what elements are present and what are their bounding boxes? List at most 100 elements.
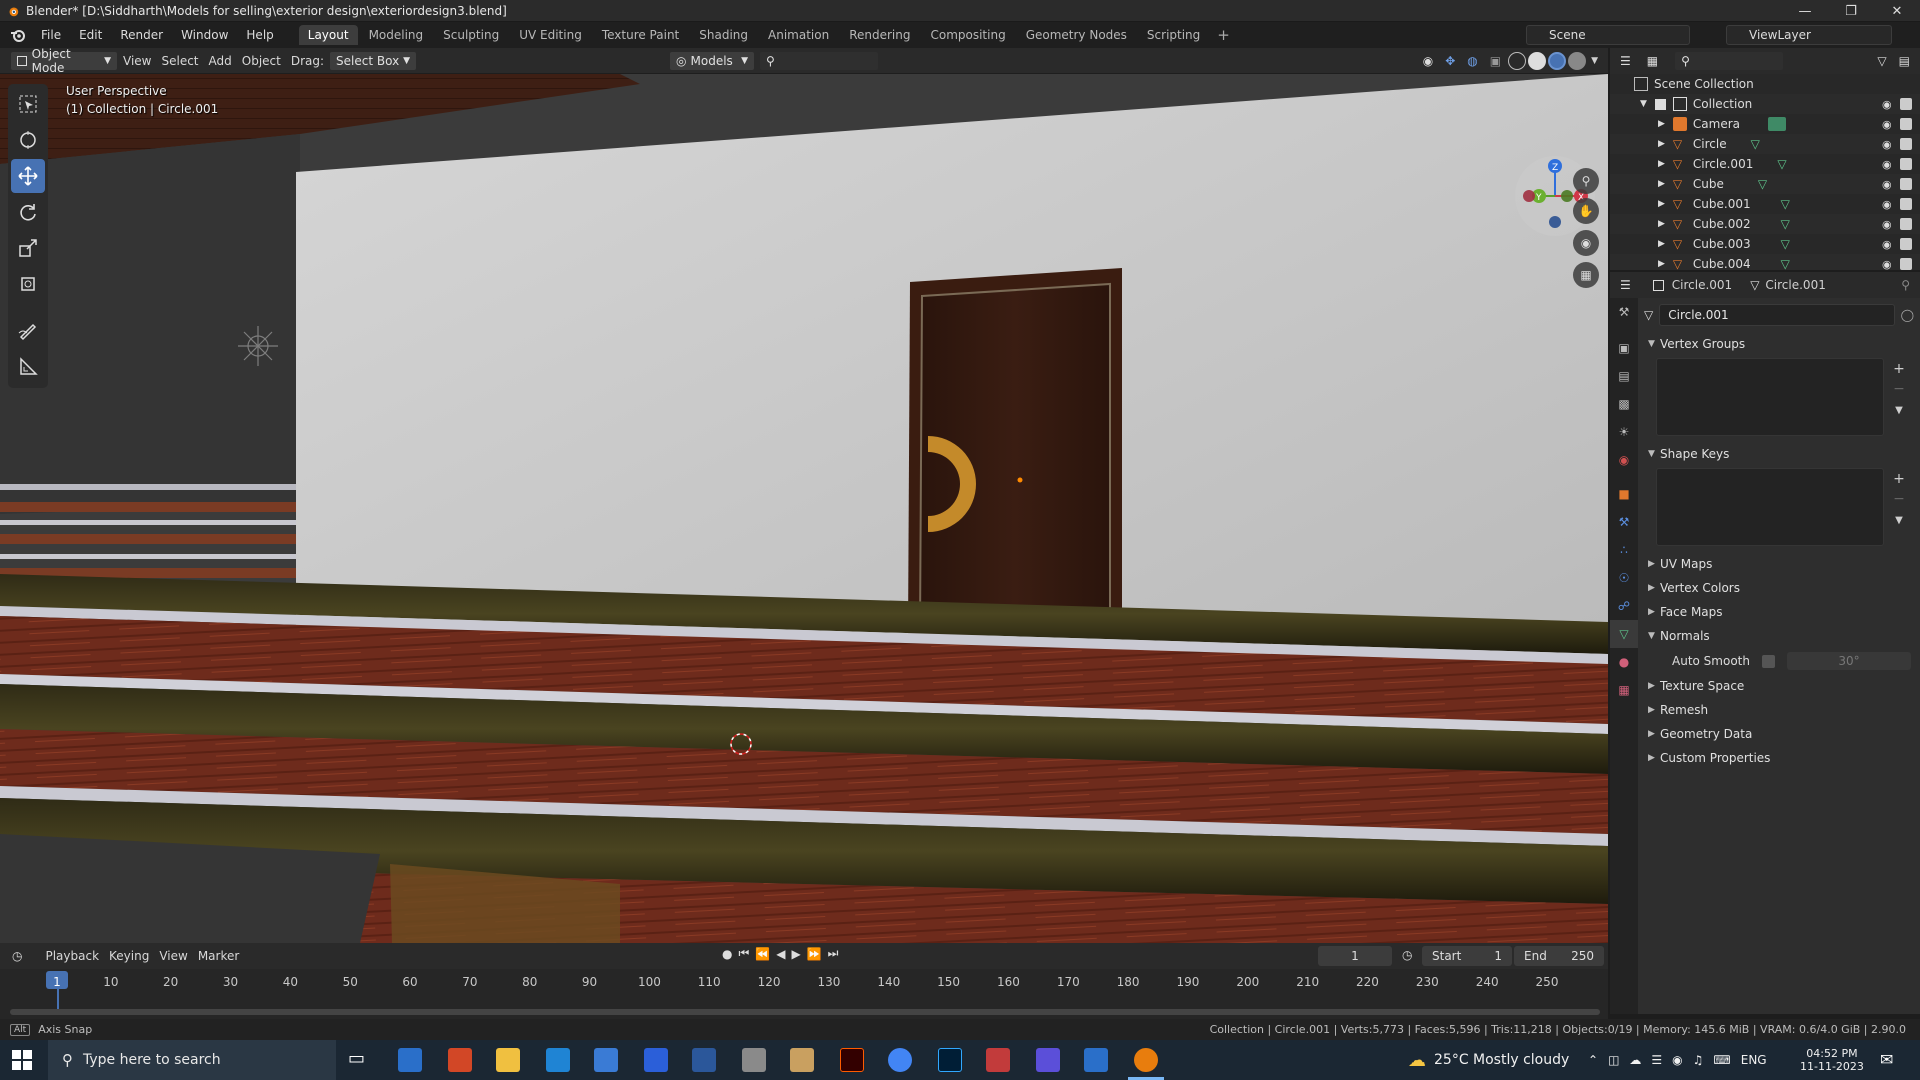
workspace-tab-uv-editing[interactable]: UV Editing (510, 25, 591, 45)
mode-selector[interactable]: Object Mode ▼ (10, 47, 118, 75)
outliner-scene-collection[interactable]: Scene Collection (1610, 74, 1920, 94)
eye-icon[interactable]: ◉ (1882, 138, 1894, 151)
jump-end-icon[interactable]: ⏭ (828, 946, 839, 961)
checkbox-icon[interactable] (1654, 98, 1666, 110)
editor-type-icon[interactable]: ☰ (1620, 278, 1631, 292)
taskbar-search-box[interactable]: ⚲ Type here to search (48, 1040, 336, 1080)
eye-icon[interactable]: ◉ (1882, 218, 1894, 231)
tab-object-data[interactable]: ▽ (1610, 620, 1638, 648)
expand-arrow-icon[interactable]: ▶ (1658, 159, 1665, 169)
3d-viewport[interactable]: User Perspective (1) Collection | Circle… (0, 74, 1608, 943)
add-workspace-button[interactable]: + (1209, 26, 1238, 44)
editor-type-icon[interactable]: ☰ (1620, 54, 1631, 68)
expand-arrow-icon[interactable]: ▶ (1658, 139, 1665, 149)
move-tool[interactable] (11, 159, 45, 193)
workspace-tab-animation[interactable]: Animation (759, 25, 838, 45)
material-preview-shading-icon[interactable] (1548, 51, 1567, 70)
chrome-icon[interactable] (888, 1048, 912, 1072)
play-icon[interactable]: ▶ (791, 947, 800, 961)
timeline-area[interactable]: 1 10 20 30 40 50 60 70 80 90 100 110 120 130 140 150 160… (0, 969, 1608, 1019)
solid-shading-icon[interactable] (1528, 51, 1547, 70)
visibility-icon[interactable]: ◉ (1423, 54, 1433, 68)
render-camera-icon[interactable] (1900, 238, 1912, 250)
panel-normals[interactable]: ▼ Normals (1644, 624, 1914, 648)
pan-view-button[interactable]: ✋ (1573, 198, 1599, 224)
blender-menu-icon[interactable] (10, 27, 26, 43)
end-frame-field[interactable]: End 250 (1514, 946, 1604, 966)
menu-object[interactable]: Object (237, 54, 286, 68)
render-camera-icon[interactable] (1900, 138, 1912, 150)
outliner-item-cube-001[interactable]: ▶ ▽ Cube.001 ▽ ◉ (1610, 194, 1920, 214)
panel-uv-maps[interactable]: ▶ UV Maps (1644, 552, 1914, 576)
timeline-editor-icon[interactable]: ◷ (12, 949, 22, 963)
prev-keyframe-icon[interactable]: ⏪ (755, 947, 770, 961)
workspace-tab-texture-paint[interactable]: Texture Paint (593, 25, 688, 45)
panel-texture-space[interactable]: ▶ Texture Space (1644, 674, 1914, 698)
panel-geometry-data[interactable]: ▶ Geometry Data (1644, 722, 1914, 746)
display-mode-icon[interactable]: ▦ (1647, 54, 1658, 68)
render-camera-icon[interactable] (1900, 118, 1912, 130)
workspace-tab-sculpting[interactable]: Sculpting (434, 25, 508, 45)
mesh-name-field[interactable]: Circle.001 (1659, 304, 1895, 326)
next-keyframe-icon[interactable]: ⏩ (807, 947, 822, 961)
tab-object[interactable]: ■ (1610, 480, 1638, 508)
add-vertex-group-button[interactable]: + (1889, 361, 1909, 379)
panel-shape-keys[interactable]: ▼ Shape Keys (1644, 442, 1914, 466)
gizmo-toggle-icon[interactable]: ✥ (1445, 54, 1455, 68)
eye-icon[interactable]: ◉ (1882, 238, 1894, 251)
keyboard-icon[interactable]: ⌨ (1713, 1053, 1730, 1067)
wifi-icon[interactable]: ☰ (1651, 1053, 1662, 1067)
vpn-app-icon[interactable] (398, 1048, 422, 1072)
folder-app-icon[interactable] (790, 1048, 814, 1072)
menu-view[interactable]: View (118, 54, 156, 68)
tab-texture[interactable]: ▦ (1610, 676, 1638, 704)
app-hexagon-icon[interactable] (1036, 1048, 1060, 1072)
workspace-tab-geometry-nodes[interactable]: Geometry Nodes (1017, 25, 1136, 45)
render-camera-icon[interactable] (1900, 198, 1912, 210)
annotate-tool[interactable] (11, 313, 45, 347)
close-window-button[interactable]: ✕ (1874, 0, 1920, 22)
restore-button[interactable]: ❐ (1828, 0, 1874, 22)
workspace-tab-rendering[interactable]: Rendering (840, 25, 919, 45)
outliner-item-circle-001[interactable]: ▶ ▽ Circle.001 ▽ ◉ (1610, 154, 1920, 174)
menu-select[interactable]: Select (156, 54, 203, 68)
menu-edit[interactable]: Edit (70, 28, 111, 42)
start-frame-field[interactable]: Start 1 (1422, 946, 1512, 966)
expand-arrow-icon[interactable]: ▶ (1658, 239, 1665, 249)
shape-key-menu-chevron-icon[interactable]: ▼ (1889, 515, 1909, 533)
rendered-shading-icon[interactable] (1568, 51, 1587, 70)
select-box-tool[interactable] (11, 87, 45, 121)
render-camera-icon[interactable] (1900, 258, 1912, 270)
vertex-group-menu-chevron-icon[interactable]: ▼ (1889, 405, 1909, 423)
stopwatch-icon[interactable]: ◷ (1402, 948, 1412, 962)
outliner-item-cube[interactable]: ▶ ▽ Cube ▽ ◉ (1610, 174, 1920, 194)
outliner-item-cube-003[interactable]: ▶ ▽ Cube.003 ▽ ◉ (1610, 234, 1920, 254)
view-layer-selector[interactable]: ViewLayer (1726, 25, 1892, 45)
tab-tool[interactable]: ⚒ (1610, 298, 1638, 326)
render-camera-icon[interactable] (1900, 178, 1912, 190)
render-camera-icon[interactable] (1900, 98, 1912, 110)
expand-arrow-icon[interactable]: ▶ (1658, 219, 1665, 229)
file-explorer-icon[interactable] (496, 1048, 520, 1072)
workspace-tab-modeling[interactable]: Modeling (360, 25, 433, 45)
pin-icon[interactable]: ⚲ (1901, 278, 1910, 292)
record-icon[interactable]: ● (722, 947, 732, 961)
outliner-item-cube-004[interactable]: ▶ ▽ Cube.004 ▽ ◉ (1610, 254, 1920, 270)
outliner-item-circle[interactable]: ▶ ▽ Circle ▽ ◉ (1610, 134, 1920, 154)
tray-app-icon[interactable]: ◫ (1608, 1053, 1619, 1067)
viewport-search-field[interactable]: ⚲ (759, 50, 880, 71)
eye-icon[interactable]: ◉ (1882, 198, 1894, 211)
tool-app-icon[interactable] (986, 1048, 1010, 1072)
workspace-tab-compositing[interactable]: Compositing (921, 25, 1014, 45)
minimize-button[interactable]: — (1782, 0, 1828, 22)
task-view-icon[interactable]: ▭ (348, 1048, 372, 1072)
panel-vertex-colors[interactable]: ▶ Vertex Colors (1644, 576, 1914, 600)
camera-view-button[interactable]: ◉ (1573, 230, 1599, 256)
perspective-toggle-button[interactable]: ▦ (1573, 262, 1599, 288)
expand-arrow-icon[interactable]: ▼ (1640, 99, 1647, 109)
new-collection-icon[interactable]: ▤ (1899, 54, 1910, 68)
render-camera-icon[interactable] (1900, 218, 1912, 230)
filter-icon[interactable]: ▽ (1877, 54, 1886, 68)
tab-physics[interactable]: ☉ (1610, 564, 1638, 592)
expand-arrow-icon[interactable]: ▶ (1658, 259, 1665, 269)
